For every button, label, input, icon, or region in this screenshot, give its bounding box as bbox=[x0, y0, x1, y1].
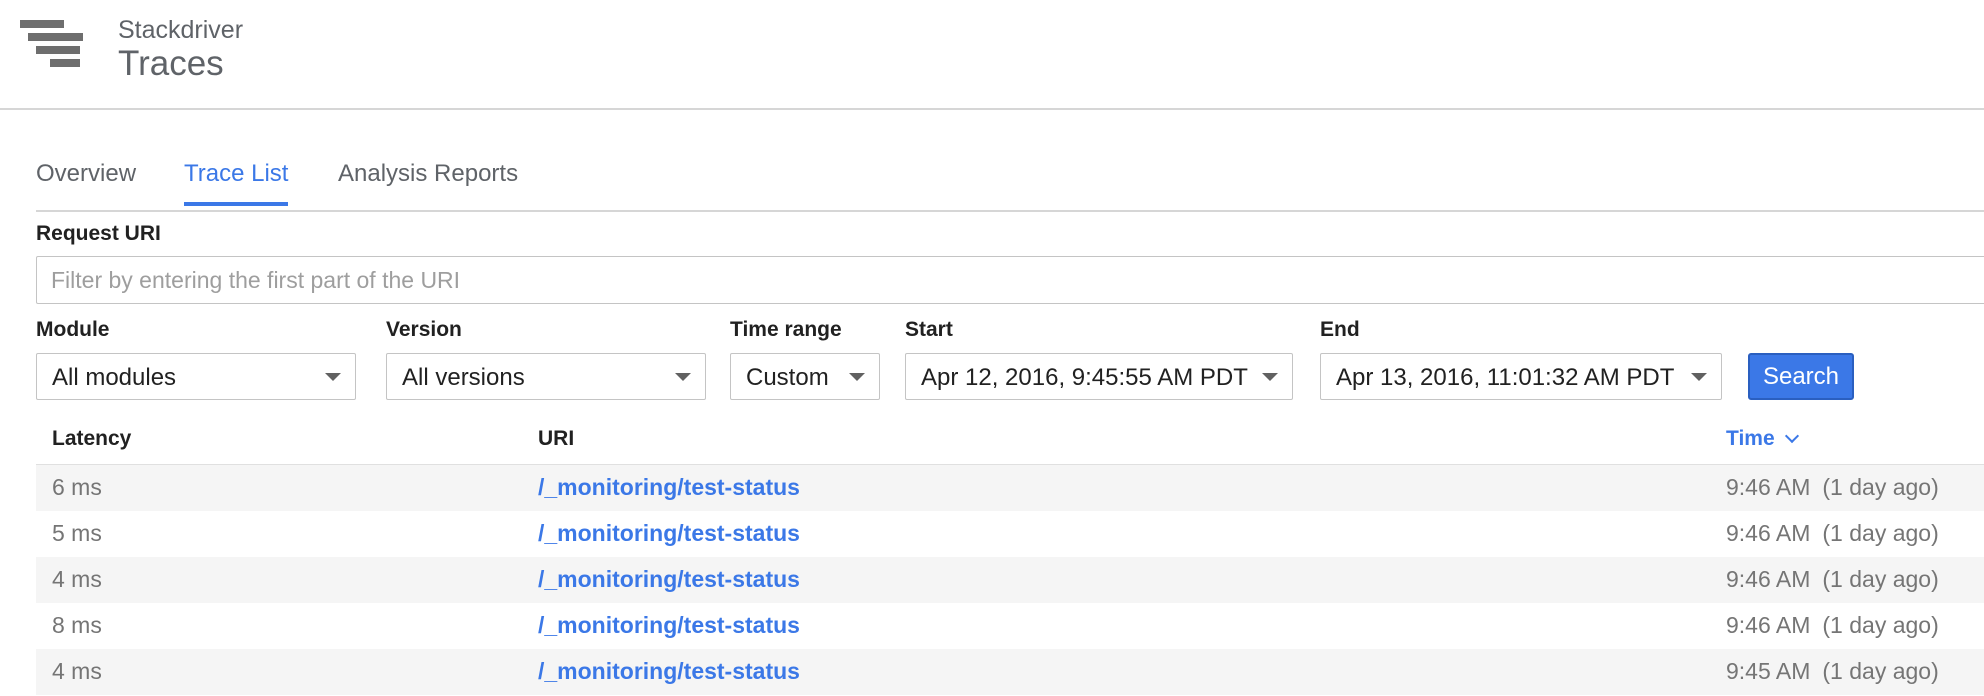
module-select[interactable]: All modules bbox=[36, 353, 356, 400]
tab-analysis-reports[interactable]: Analysis Reports bbox=[338, 160, 518, 202]
product-name: Stackdriver bbox=[118, 16, 244, 44]
version-select[interactable]: All versions bbox=[386, 353, 706, 400]
caret-down-icon bbox=[849, 373, 865, 381]
latency-column-header[interactable]: Latency bbox=[52, 427, 131, 451]
time-range-select[interactable]: Custom bbox=[730, 353, 880, 400]
uri-link[interactable]: /_monitoring/test-status bbox=[538, 566, 800, 593]
table-row[interactable]: 4 ms /_monitoring/test-status 9:45 AM (1 … bbox=[36, 649, 1984, 695]
end-label: End bbox=[1320, 318, 1360, 341]
start-datetime-select[interactable]: Apr 12, 2016, 9:45:55 AM PDT bbox=[905, 353, 1293, 400]
time-ago: (1 day ago) bbox=[1822, 612, 1939, 638]
version-label: Version bbox=[386, 318, 462, 341]
time-value: 9:46 AM bbox=[1726, 566, 1811, 592]
version-select-value: All versions bbox=[402, 364, 525, 391]
time-column-header[interactable]: Time bbox=[1726, 427, 1799, 451]
uri-link[interactable]: /_monitoring/test-status bbox=[538, 612, 800, 639]
tab-trace-list[interactable]: Trace List bbox=[184, 160, 289, 206]
uri-link[interactable]: /_monitoring/test-status bbox=[538, 520, 800, 547]
time-cell: 9:45 AM (1 day ago) bbox=[1726, 658, 1939, 685]
time-ago: (1 day ago) bbox=[1822, 474, 1939, 500]
table-body: 6 ms /_monitoring/test-status 9:46 AM (1 … bbox=[36, 465, 1984, 695]
time-ago: (1 day ago) bbox=[1822, 520, 1939, 546]
latency-cell: 8 ms bbox=[52, 612, 102, 638]
start-label: Start bbox=[905, 318, 953, 341]
table-row[interactable]: 5 ms /_monitoring/test-status 9:46 AM (1 … bbox=[36, 511, 1984, 557]
module-label: Module bbox=[36, 318, 110, 341]
module-select-value: All modules bbox=[52, 364, 177, 391]
page-title: Traces bbox=[118, 44, 224, 83]
tab-overview[interactable]: Overview bbox=[36, 160, 136, 202]
time-value: 9:45 AM bbox=[1726, 658, 1811, 684]
table-row[interactable]: 8 ms /_monitoring/test-status 9:46 AM (1 … bbox=[36, 603, 1984, 649]
start-datetime-value: Apr 12, 2016, 9:45:55 AM PDT bbox=[921, 364, 1248, 391]
latency-cell: 6 ms bbox=[52, 474, 102, 500]
time-value: 9:46 AM bbox=[1726, 612, 1811, 638]
stackdriver-trace-logo-icon[interactable] bbox=[20, 20, 90, 76]
time-range-select-value: Custom bbox=[746, 364, 829, 391]
table-row[interactable]: 4 ms /_monitoring/test-status 9:46 AM (1 … bbox=[36, 557, 1984, 603]
latency-cell: 5 ms bbox=[52, 520, 102, 546]
caret-down-icon bbox=[325, 373, 341, 381]
tab-bar: Overview Trace List Analysis Reports bbox=[36, 150, 1984, 212]
latency-cell: 4 ms bbox=[52, 566, 102, 592]
time-value: 9:46 AM bbox=[1726, 520, 1811, 546]
uri-column-header[interactable]: URI bbox=[538, 427, 574, 451]
caret-down-icon bbox=[1691, 373, 1707, 381]
latency-cell: 4 ms bbox=[52, 658, 102, 684]
uri-link[interactable]: /_monitoring/test-status bbox=[538, 474, 800, 501]
uri-link[interactable]: /_monitoring/test-status bbox=[538, 658, 800, 685]
time-range-label: Time range bbox=[730, 318, 842, 341]
search-button[interactable]: Search bbox=[1748, 353, 1854, 400]
time-cell: 9:46 AM (1 day ago) bbox=[1726, 566, 1939, 593]
chevron-down-icon bbox=[1784, 428, 1799, 444]
time-column-header-label: Time bbox=[1726, 427, 1775, 450]
end-datetime-value: Apr 13, 2016, 11:01:32 AM PDT bbox=[1336, 364, 1675, 391]
time-value: 9:46 AM bbox=[1726, 474, 1811, 500]
request-uri-label: Request URI bbox=[36, 222, 161, 245]
table-header: Latency URI Time bbox=[36, 416, 1984, 465]
time-cell: 9:46 AM (1 day ago) bbox=[1726, 520, 1939, 547]
time-ago: (1 day ago) bbox=[1822, 566, 1939, 592]
request-uri-input[interactable] bbox=[36, 256, 1984, 304]
time-cell: 9:46 AM (1 day ago) bbox=[1726, 612, 1939, 639]
caret-down-icon bbox=[675, 373, 691, 381]
end-datetime-select[interactable]: Apr 13, 2016, 11:01:32 AM PDT bbox=[1320, 353, 1722, 400]
trace-table: Latency URI Time 6 ms /_monitoring/test-… bbox=[36, 416, 1984, 695]
table-row[interactable]: 6 ms /_monitoring/test-status 9:46 AM (1 … bbox=[36, 465, 1984, 511]
app-header: Stackdriver Traces bbox=[0, 0, 1984, 110]
time-ago: (1 day ago) bbox=[1822, 658, 1939, 684]
time-cell: 9:46 AM (1 day ago) bbox=[1726, 474, 1939, 501]
caret-down-icon bbox=[1262, 373, 1278, 381]
